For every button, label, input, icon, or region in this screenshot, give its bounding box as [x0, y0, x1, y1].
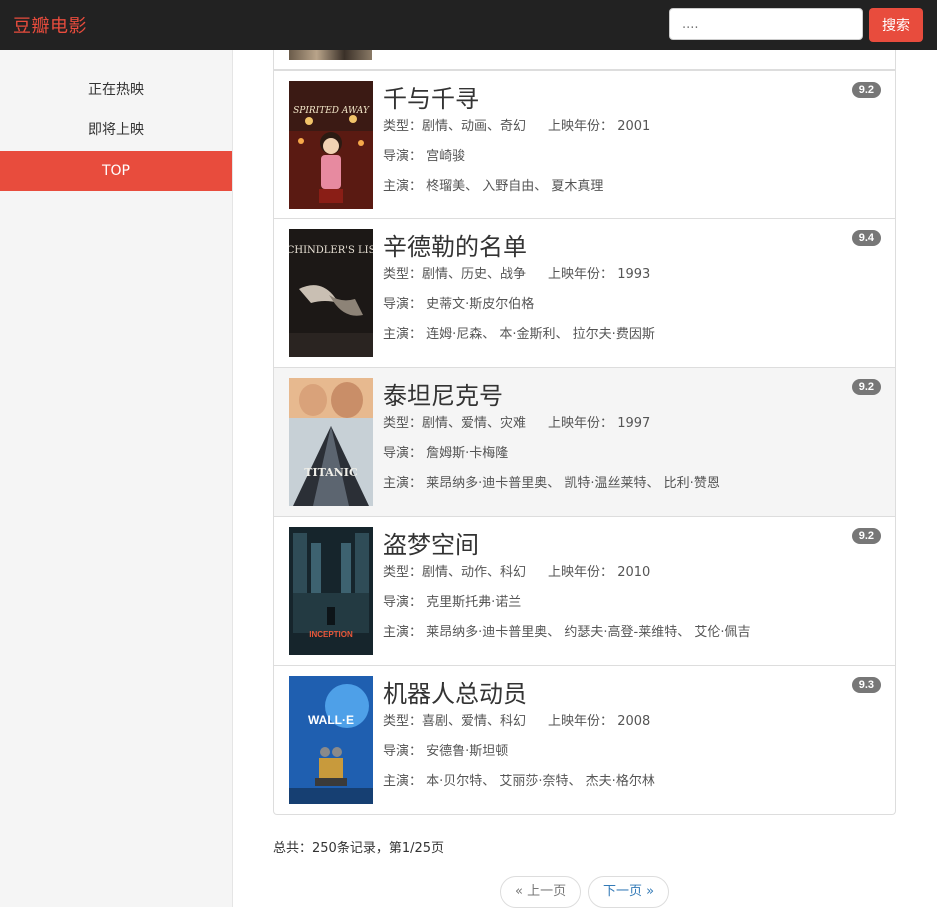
- year-label: 上映年份：: [548, 267, 614, 282]
- director-label: 导演：: [383, 149, 423, 164]
- director-label: 导演：: [383, 744, 423, 759]
- top-navbar: 豆瓣电影 搜索: [0, 0, 937, 50]
- prev-page-button[interactable]: « 上一页: [500, 876, 582, 908]
- movie-title[interactable]: 盗梦空间: [383, 525, 479, 560]
- movie-genre-year: 类型：剧情、爱情、灾难 上映年份： 1997: [383, 412, 650, 431]
- rating-badge: 9.2: [851, 528, 881, 544]
- movie-list-item[interactable]: INCEPTION 盗梦空间 类型：剧情、动作、科幻 上映年份： 2010 导演：…: [273, 517, 896, 666]
- cast-label: 主演：: [383, 179, 423, 194]
- sidebar-item-top[interactable]: TOP: [0, 151, 232, 191]
- movie-title[interactable]: 千与千寻: [383, 79, 479, 114]
- movie-genre-year: 类型：剧情、历史、战争 上映年份： 1993: [383, 263, 650, 282]
- svg-text:SPIRITED AWAY: SPIRITED AWAY: [293, 106, 370, 116]
- movie-list-item[interactable]: SCHINDLER'S LIST 辛德勒的名单 类型：剧情、历史、战争 上映年份：…: [273, 219, 896, 368]
- cast-value: 本·贝尔特、 艾丽莎·奈特、 杰夫·格尔林: [426, 774, 655, 789]
- cast-value: 莱昂纳多·迪卡普里奥、 凯特·温丝莱特、 比利·赞恩: [426, 476, 720, 491]
- genre-value: 喜剧、爱情、科幻: [422, 714, 527, 729]
- movie-title[interactable]: 机器人总动员: [383, 674, 527, 709]
- inception-poster-icon[interactable]: INCEPTION: [289, 527, 373, 655]
- spirited-away-poster-icon[interactable]: SPIRITED AWAY: [289, 81, 373, 209]
- movie-cast: 主演： 柊瑠美、 入野自由、 夏木真理: [383, 175, 603, 194]
- movie-title[interactable]: 泰坦尼克号: [383, 376, 503, 411]
- genre-label: 类型：: [383, 267, 423, 282]
- genre-value: 剧情、历史、战争: [422, 267, 527, 282]
- movie-list-item[interactable]: TITANIC 泰坦尼克号 类型：剧情、爱情、灾难 上映年份： 1997 导演： …: [273, 368, 896, 517]
- pagination-summary: 总共：250条记录，第1/25页: [273, 841, 445, 856]
- svg-text:INCEPTION: INCEPTION: [309, 630, 353, 639]
- poster-image: [289, 50, 372, 60]
- movie-list-item[interactable]: SPIRITED AWAY 千与千寻 类型：剧情、动画、奇幻 上映年份： 2001…: [273, 70, 896, 219]
- svg-text:SCHINDLER'S LIST: SCHINDLER'S LIST: [289, 245, 373, 256]
- year-value: 2008: [617, 714, 651, 729]
- director-value: 宫崎骏: [426, 149, 466, 164]
- year-label: 上映年份：: [548, 565, 614, 580]
- movie-director: 导演： 史蒂文·斯皮尔伯格: [383, 293, 534, 312]
- genre-value: 剧情、爱情、灾难: [422, 416, 527, 431]
- movie-list-item[interactable]: WALL·E 机器人总动员 类型：喜剧、爱情、科幻 上映年份： 2008 导演： …: [273, 666, 896, 815]
- genre-label: 类型：: [383, 119, 423, 134]
- cast-label: 主演：: [383, 774, 423, 789]
- rating-badge: 9.3: [851, 677, 881, 693]
- rating-badge: 9.2: [851, 82, 881, 98]
- sidebar: 正在热映 即将上映 TOP: [0, 50, 233, 907]
- next-page-button[interactable]: 下一页 »: [588, 876, 670, 908]
- year-label: 上映年份：: [548, 714, 614, 729]
- movie-genre-year: 类型：剧情、动画、奇幻 上映年份： 2001: [383, 115, 650, 134]
- list-item-partial: [273, 50, 896, 70]
- sidebar-item-coming-soon[interactable]: 即将上映: [0, 110, 232, 150]
- cast-label: 主演：: [383, 327, 423, 342]
- director-value: 克里斯托弗·诺兰: [426, 595, 522, 610]
- movie-director: 导演： 詹姆斯·卡梅隆: [383, 442, 508, 461]
- director-label: 导演：: [383, 446, 423, 461]
- year-value: 2001: [617, 119, 651, 134]
- search-input[interactable]: [669, 8, 863, 40]
- movie-cast: 主演： 莱昂纳多·迪卡普里奥、 约瑟夫·高登-莱维特、 艾伦·佩吉: [383, 621, 751, 640]
- director-label: 导演：: [383, 595, 423, 610]
- wall-e-poster-icon[interactable]: WALL·E: [289, 676, 373, 804]
- genre-label: 类型：: [383, 565, 423, 580]
- director-label: 导演：: [383, 297, 423, 312]
- search-button[interactable]: 搜索: [869, 8, 923, 42]
- movie-genre-year: 类型：剧情、动作、科幻 上映年份： 2010: [383, 561, 650, 580]
- cast-value: 柊瑠美、 入野自由、 夏木真理: [426, 179, 604, 194]
- movie-cast: 主演： 连姆·尼森、 本·金斯利、 拉尔夫·费因斯: [383, 323, 655, 342]
- rating-badge: 9.2: [851, 379, 881, 395]
- genre-value: 剧情、动作、科幻: [422, 565, 527, 580]
- year-value: 2010: [617, 565, 651, 580]
- director-value: 詹姆斯·卡梅隆: [426, 446, 509, 461]
- genre-value: 剧情、动画、奇幻: [422, 119, 527, 134]
- cast-label: 主演：: [383, 625, 423, 640]
- titanic-poster-icon[interactable]: TITANIC: [289, 378, 373, 506]
- movie-cast: 主演： 莱昂纳多·迪卡普里奥、 凯特·温丝莱特、 比利·赞恩: [383, 472, 720, 491]
- year-value: 1997: [617, 416, 651, 431]
- director-value: 安德鲁·斯坦顿: [426, 744, 509, 759]
- genre-label: 类型：: [383, 416, 423, 431]
- rating-badge: 9.4: [851, 230, 881, 246]
- year-value: 1993: [617, 267, 651, 282]
- year-label: 上映年份：: [548, 119, 614, 134]
- director-value: 史蒂文·斯皮尔伯格: [426, 297, 535, 312]
- movie-director: 导演： 安德鲁·斯坦顿: [383, 740, 508, 759]
- movie-title[interactable]: 辛德勒的名单: [383, 227, 527, 262]
- genre-label: 类型：: [383, 714, 423, 729]
- movie-genre-year: 类型：喜剧、爱情、科幻 上映年份： 2008: [383, 710, 650, 729]
- cast-label: 主演：: [383, 476, 423, 491]
- svg-text:TITANIC: TITANIC: [304, 466, 358, 479]
- schindlers-list-poster-icon[interactable]: SCHINDLER'S LIST: [289, 229, 373, 357]
- brand-logo[interactable]: 豆瓣电影: [13, 12, 87, 38]
- movie-director: 导演： 克里斯托弗·诺兰: [383, 591, 521, 610]
- movie-director: 导演： 宫崎骏: [383, 145, 465, 164]
- movie-cast: 主演： 本·贝尔特、 艾丽莎·奈特、 杰夫·格尔林: [383, 770, 655, 789]
- cast-value: 连姆·尼森、 本·金斯利、 拉尔夫·费因斯: [426, 327, 655, 342]
- sidebar-item-now-playing[interactable]: 正在热映: [0, 70, 232, 110]
- svg-text:WALL·E: WALL·E: [308, 713, 354, 727]
- year-label: 上映年份：: [548, 416, 614, 431]
- cast-value: 莱昂纳多·迪卡普里奥、 约瑟夫·高登-莱维特、 艾伦·佩吉: [426, 625, 751, 640]
